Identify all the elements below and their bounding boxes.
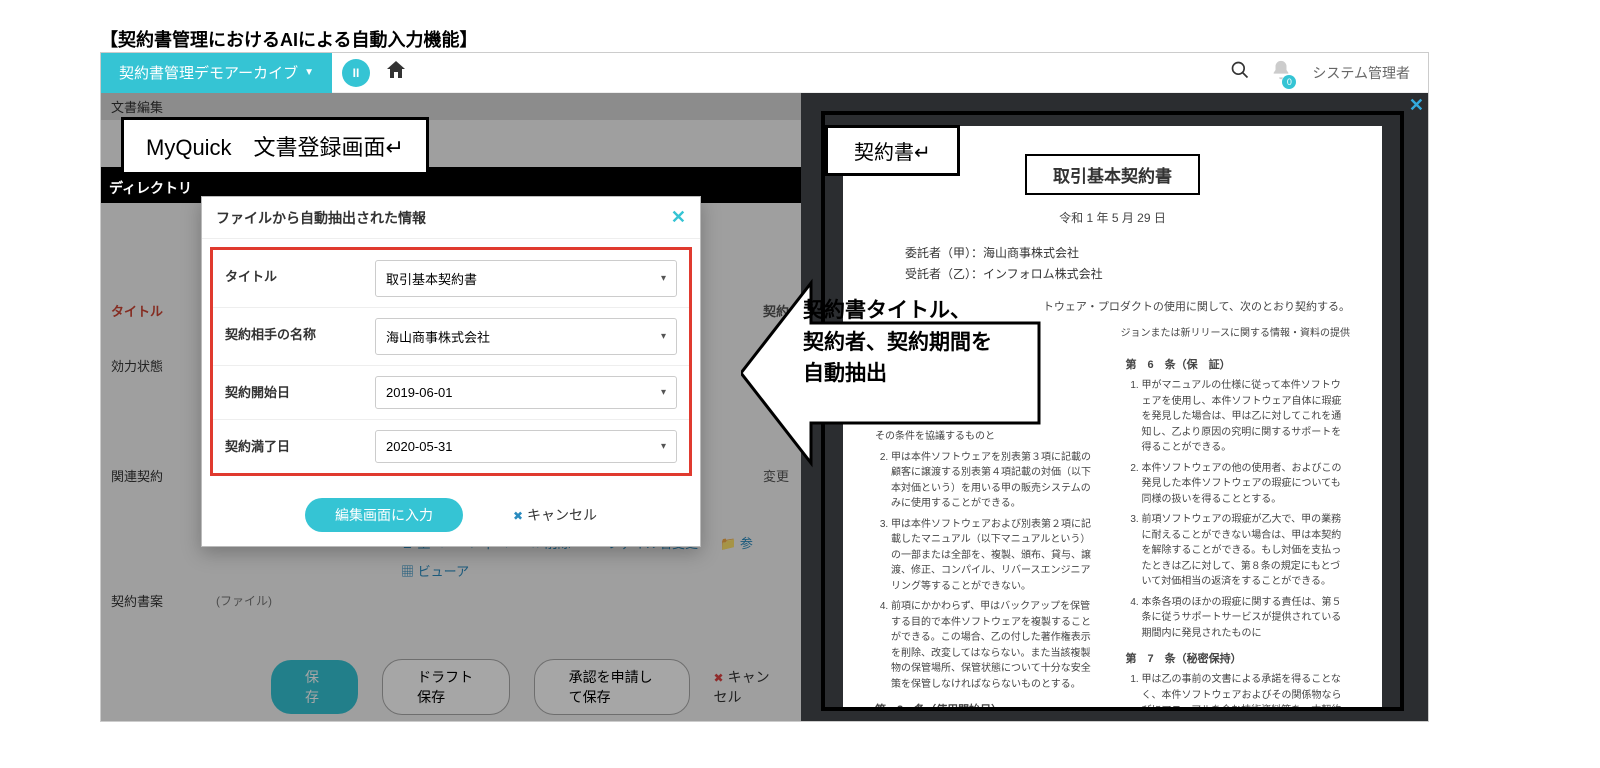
field-value-title[interactable]: 取引基本契約書: [375, 260, 677, 297]
field-label-start: 契約開始日: [213, 366, 363, 419]
field-value-end[interactable]: 2020-05-31: [375, 430, 677, 463]
notification-count: 0: [1282, 75, 1296, 89]
apply-to-form-button[interactable]: 編集画面に入力: [305, 498, 463, 532]
field-label-end: 契約満了日: [213, 420, 363, 473]
pause-badge-icon[interactable]: II: [342, 59, 370, 87]
archive-label: 契約書管理デモアーカイブ: [119, 62, 298, 83]
close-icon[interactable]: ✕: [671, 207, 686, 228]
contract-callout: 契約書↵: [825, 125, 960, 176]
app-window: 契約書管理デモアーカイブ ▼ II 0 システム管理者 文書編集 ディレクトリ …: [100, 52, 1429, 722]
auto-extract-modal: ファイルから自動抽出された情報 ✕ タイトル 取引基本契約書 契約相手の名称 海…: [201, 196, 701, 547]
main-area: 文書編集 ディレクトリ タイトル (必 契約 効力状態 (ス 関連契約 (リ 変…: [101, 93, 1428, 721]
field-label-party: 契約相手の名称: [213, 308, 363, 365]
doc-col-right: 第 6 条（保 証） 甲がマニュアルの仕様に従って本件ソフトウェアを使用し、本件…: [1126, 347, 1351, 711]
modal-title: ファイルから自動抽出された情報: [216, 208, 426, 228]
current-user[interactable]: システム管理者: [1312, 63, 1410, 83]
topbar: 契約書管理デモアーカイブ ▼ II 0 システム管理者: [101, 53, 1428, 93]
modal-cancel-button[interactable]: キャンセル: [513, 505, 597, 525]
field-value-party[interactable]: 海山商事株式会社: [375, 318, 677, 355]
field-value-start[interactable]: 2019-06-01: [375, 376, 677, 409]
archive-dropdown[interactable]: 契約書管理デモアーカイブ ▼: [101, 53, 332, 93]
modal-header: ファイルから自動抽出された情報 ✕: [202, 197, 700, 239]
preview-close-icon[interactable]: ✕: [1409, 95, 1424, 116]
search-icon[interactable]: [1230, 60, 1250, 86]
extraction-arrow-callout: 契約書タイトル、 契約者、契約期間を 自動抽出: [741, 273, 1041, 473]
home-icon[interactable]: [384, 58, 408, 88]
doc-date: 令和 1 年 5 月 29 日: [875, 209, 1350, 226]
page-heading: 【契約書管理におけるAIによる自動入力機能】: [100, 26, 477, 52]
field-label-title: タイトル: [213, 250, 363, 307]
screen-title-callout: MyQuick 文書登録画面↵: [121, 117, 429, 175]
form-pane: 文書編集 ディレクトリ タイトル (必 契約 効力状態 (ス 関連契約 (リ 変…: [101, 93, 801, 721]
modal-field-grid: タイトル 取引基本契約書 契約相手の名称 海山商事株式会社 契約開始日 2019…: [210, 247, 692, 476]
chevron-down-icon: ▼: [304, 67, 314, 78]
arrow-text: 契約書タイトル、 契約者、契約期間を 自動抽出: [803, 295, 992, 390]
modal-footer: 編集画面に入力 キャンセル: [202, 484, 700, 546]
doc-party-a: 委託者（甲）：海山商事株式会社: [905, 244, 1350, 261]
directory-label: ディレクトリ: [109, 178, 192, 198]
doc-title: 取引基本契約書: [1025, 154, 1200, 195]
notification-bell-icon[interactable]: 0: [1270, 59, 1292, 87]
